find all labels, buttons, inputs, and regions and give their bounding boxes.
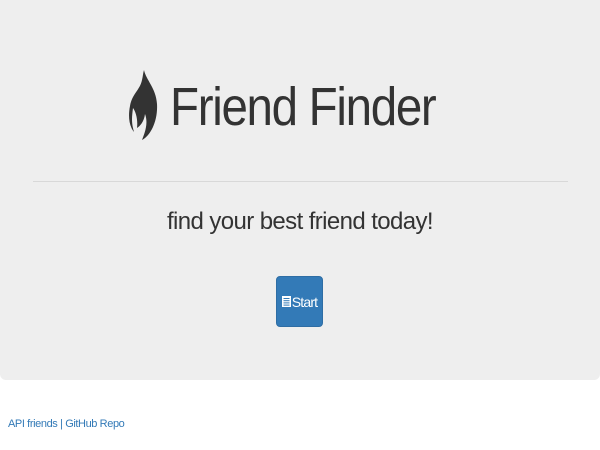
tagline: find your best friend today!: [166, 208, 434, 235]
page-header: Friend Finder: [0, 68, 600, 142]
api-friends-link[interactable]: API friends: [8, 418, 58, 430]
start-button-label: Start: [291, 293, 318, 310]
footer-separator: |: [60, 418, 63, 430]
page-title: Friend Finder: [170, 77, 437, 137]
divider: [33, 181, 568, 182]
fire-icon: [129, 70, 158, 140]
footer: API friends | GitHub Repo: [8, 418, 125, 430]
start-button[interactable]: Start: [276, 276, 323, 327]
github-repo-link[interactable]: GitHub Repo: [65, 418, 125, 430]
jumbotron: Friend Finder find your best friend toda…: [0, 0, 600, 380]
list-icon: [281, 296, 291, 307]
